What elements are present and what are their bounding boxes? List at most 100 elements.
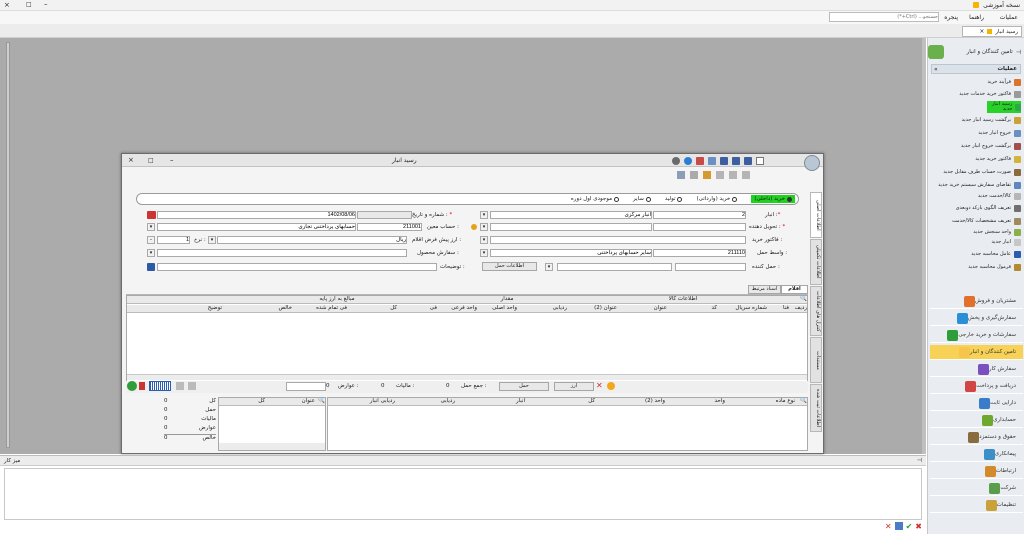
minimize-icon[interactable]: – — [44, 0, 48, 8]
deliverer-dropdown[interactable]: ▾ — [480, 223, 488, 231]
nav-module[interactable]: ارتباطات — [930, 464, 1023, 479]
maximize-icon[interactable]: □ — [26, 1, 32, 8]
account-dropdown[interactable]: ▾ — [147, 223, 155, 231]
rate-input[interactable] — [157, 236, 190, 244]
col-total[interactable]: کل — [347, 305, 397, 312]
tab-extra-info[interactable]: اطلاعات تکمیلی — [810, 239, 822, 285]
col-tracking[interactable]: ردیابی — [395, 398, 455, 405]
nav-module[interactable]: تامین کنندگان و انبار — [930, 345, 1023, 360]
nav-module[interactable]: حسابداری — [930, 413, 1023, 428]
ship-button[interactable]: حمل — [499, 382, 549, 391]
search-icon[interactable]: 🔍 — [315, 398, 325, 405]
col-serial[interactable]: شماره سریال — [717, 305, 767, 312]
dialog-close-icon[interactable]: × — [128, 156, 134, 164]
search-input[interactable] — [829, 12, 939, 22]
col-title2[interactable]: عنوان (2) — [567, 305, 617, 312]
warehouse-name-input[interactable] — [490, 211, 652, 219]
col-unit[interactable]: واحد — [665, 398, 725, 405]
save-icon[interactable] — [720, 157, 728, 165]
print-icon[interactable] — [708, 157, 716, 165]
nav-module[interactable]: دریافت و پرداخت — [930, 379, 1023, 394]
tab-related-docs[interactable]: اسناد مرتبط — [748, 285, 781, 294]
deliverer-code-input[interactable] — [653, 223, 746, 231]
account-name-input[interactable] — [157, 223, 356, 231]
op-item[interactable]: تعریف الگوی بارکد دوبعدی — [933, 202, 1021, 214]
col-sub-unit[interactable]: واحد فرعی — [437, 305, 477, 312]
radio-domestic[interactable]: خرید (داخلی) — [751, 195, 795, 203]
op-item[interactable]: برگشت رسید انبار جدید — [933, 114, 1021, 126]
settings-icon[interactable] — [742, 171, 750, 179]
col-notes[interactable]: توضیح — [182, 305, 222, 312]
nav-module[interactable]: مشتریان و فروش — [930, 294, 1023, 309]
tab-documents[interactable]: مستندات — [810, 337, 822, 383]
menu-window[interactable]: پنجره — [944, 14, 958, 21]
nav-module[interactable]: دارایی ثابت — [930, 396, 1023, 411]
radio-production[interactable]: تولید — [665, 196, 683, 202]
notes-input[interactable] — [157, 263, 437, 271]
tab-controls[interactable]: کنترل های اطلاعات — [810, 286, 822, 336]
nav-module[interactable]: شرکت — [930, 481, 1023, 496]
col-summary-title[interactable]: عنوان — [265, 398, 315, 405]
op-item[interactable]: تقاضای سفارش سیستم خرید جدید — [933, 179, 1021, 191]
account-code-input[interactable] — [357, 223, 422, 231]
copy-icon[interactable] — [690, 171, 698, 179]
save-new-icon[interactable] — [732, 157, 740, 165]
dialog-minimize-icon[interactable]: – — [170, 156, 174, 164]
refresh-icon[interactable] — [696, 157, 704, 165]
nav-module[interactable]: تنظیمات — [930, 498, 1023, 513]
link-icon[interactable] — [729, 171, 737, 179]
search-icon[interactable]: 🔍 — [795, 398, 807, 405]
summary-hscroll[interactable] — [219, 443, 325, 450]
op-item[interactable]: صورت حساب طرف مقابل جدید — [933, 166, 1021, 178]
col-summary-total[interactable]: کل — [225, 398, 265, 405]
currency-button[interactable]: ارز — [554, 382, 594, 391]
tab-registered[interactable]: اطلاعات ثبت شده — [810, 384, 822, 432]
radio-opening-balance[interactable]: موجودی اول دوره — [571, 196, 620, 202]
product-order-input[interactable] — [157, 249, 407, 257]
tab-goods-receipt[interactable]: رسید انبار × — [962, 26, 1022, 37]
nav-module[interactable]: سفارش‌گیری و پخش — [930, 311, 1023, 326]
op-item[interactable]: برگشت خروج انبار جدید — [933, 140, 1021, 152]
footer-duty-field[interactable] — [286, 382, 326, 391]
nav-prev-icon[interactable] — [672, 157, 680, 165]
calendar-icon[interactable] — [147, 211, 156, 219]
deliverer-name-input[interactable] — [490, 223, 652, 231]
app-orb-icon[interactable] — [804, 155, 820, 171]
rate-spin[interactable]: – — [147, 236, 155, 244]
grid-options-icon[interactable] — [176, 382, 184, 390]
invoice-input[interactable] — [490, 236, 746, 244]
calc-icon[interactable] — [703, 171, 711, 179]
ops-header[interactable]: عملیات « — [931, 64, 1021, 74]
op-item[interactable]: فرمول محاسبه جدید — [933, 261, 1021, 273]
check-icon[interactable]: ✔ — [906, 522, 913, 531]
save-notes-icon[interactable] — [147, 263, 155, 271]
carrier-dropdown[interactable]: ▾ — [545, 263, 553, 271]
op-item[interactable]: انبار جدید — [933, 238, 1021, 247]
col-total[interactable]: کل — [525, 398, 595, 405]
grid-icon[interactable] — [894, 522, 903, 530]
col-net[interactable]: خالص — [222, 305, 293, 312]
left-splitter[interactable] — [6, 42, 10, 448]
op-item[interactable]: فاکتور خرید خدمات جدید — [933, 88, 1021, 100]
help-icon[interactable] — [684, 157, 692, 165]
pin-icon[interactable]: ⊣ — [917, 457, 922, 464]
product-order-dropdown[interactable]: ▾ — [147, 249, 155, 257]
intermediary-name-input[interactable] — [490, 249, 652, 257]
doc-date-input[interactable] — [157, 211, 356, 219]
col-unit-price[interactable]: فی — [397, 305, 437, 312]
op-item[interactable]: فرآیند خرید — [933, 78, 1021, 87]
op-item[interactable]: عامل محاسبه جدید — [933, 248, 1021, 260]
tab-items[interactable]: اقلام — [781, 285, 808, 294]
items-hscrollbar[interactable] — [127, 374, 807, 380]
col-warehouse[interactable]: انبار — [455, 398, 525, 405]
new-document-icon[interactable] — [756, 157, 764, 165]
col-code[interactable]: کد — [667, 305, 717, 312]
add-row-icon[interactable] — [127, 381, 137, 391]
doc-number-input[interactable] — [357, 211, 412, 219]
nav-module[interactable]: سفارش کار — [930, 362, 1023, 377]
op-item[interactable]: کالا/خدمت جدید — [933, 192, 1021, 201]
carrier-code-input[interactable] — [675, 263, 746, 271]
attach-icon[interactable] — [677, 171, 685, 179]
col-main-unit[interactable]: واحد اصلی — [477, 305, 517, 312]
dialog-maximize-icon[interactable]: □ — [148, 157, 154, 164]
